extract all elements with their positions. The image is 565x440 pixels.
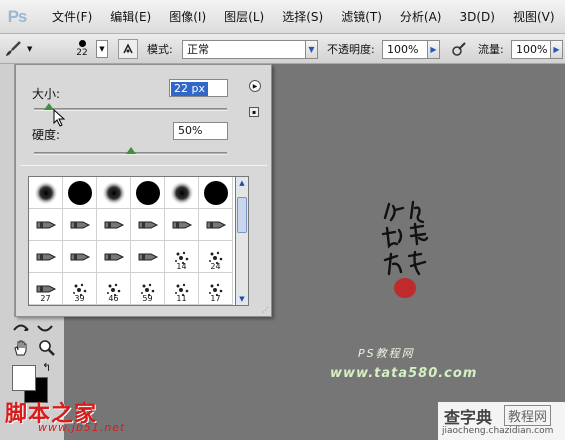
brush-preset-tip[interactable] bbox=[63, 241, 97, 273]
opacity-label: 不透明度: bbox=[327, 43, 375, 56]
brush-preset-hard[interactable] bbox=[199, 177, 233, 209]
flow-input[interactable]: 100% bbox=[511, 39, 551, 59]
brush-panel-toggle-icon[interactable] bbox=[118, 39, 138, 59]
airbrush-icon[interactable] bbox=[449, 39, 469, 59]
watermark-right-url: jiaocheng.chazidian.com bbox=[442, 426, 554, 436]
calligraphy-signature-icon bbox=[381, 200, 429, 298]
menu-bar: Ps 文件(F) 编辑(E) 图像(I) 图层(L) 选择(S) 滤镜(T) 分… bbox=[0, 0, 565, 34]
brush-preset-size: 14 bbox=[176, 262, 187, 271]
options-bar: ▼ 22 ▼ 模式: 正常 ▼ 不透明度: 100% ▶ 流量: 100% ▶ bbox=[0, 34, 565, 64]
opacity-input[interactable]: 100% bbox=[382, 39, 428, 59]
brush-preset-soft[interactable] bbox=[29, 177, 63, 209]
size-value: 22 px bbox=[171, 82, 208, 96]
brush-preset-tip[interactable] bbox=[97, 241, 131, 273]
brush-size-small: 22 bbox=[76, 48, 88, 58]
brush-tool-icon[interactable] bbox=[3, 39, 23, 59]
opacity-value: 100% bbox=[387, 42, 419, 56]
brush-preset-hard[interactable] bbox=[131, 177, 165, 209]
panel-separator bbox=[20, 165, 267, 166]
mouse-cursor-icon bbox=[53, 109, 66, 127]
brush-preset-size: 11 bbox=[176, 294, 187, 303]
mode-select[interactable]: 正常 bbox=[182, 39, 306, 59]
menu-edit[interactable]: 编辑(E) bbox=[110, 8, 151, 25]
flow-value: 100% bbox=[516, 42, 548, 56]
brush-preset-tip[interactable]: 27 bbox=[29, 273, 63, 305]
hand-tool-icon[interactable] bbox=[10, 337, 32, 359]
brush-preset-splat[interactable]: 46 bbox=[97, 273, 131, 305]
resize-grip-icon[interactable]: ⋰ bbox=[262, 306, 269, 314]
foreground-color-swatch[interactable] bbox=[12, 365, 36, 391]
hardness-value: 50% bbox=[178, 124, 203, 137]
app-logo: Ps bbox=[7, 6, 28, 26]
menu-layer[interactable]: 图层(L) bbox=[224, 8, 264, 25]
size-label: 大小: bbox=[32, 87, 61, 101]
scroll-up-icon[interactable]: ▲ bbox=[236, 177, 248, 189]
hardness-slider-thumb[interactable] bbox=[125, 147, 136, 154]
brush-preset-tip[interactable] bbox=[199, 209, 233, 241]
brush-preset-tip[interactable] bbox=[131, 241, 165, 273]
brush-picker-dropdown-icon[interactable]: ▼ bbox=[96, 40, 108, 58]
swap-colors-icon[interactable]: ↰ bbox=[42, 361, 51, 374]
brush-preset-splat[interactable]: 14 bbox=[165, 241, 199, 273]
menu-file[interactable]: 文件(F) bbox=[52, 8, 92, 25]
brush-preset-splat[interactable]: 39 bbox=[63, 273, 97, 305]
ps-tutorial-caption: PS教程网 bbox=[358, 347, 415, 360]
menu-analysis[interactable]: 分析(A) bbox=[400, 8, 442, 25]
tool-preset-dropdown-icon[interactable]: ▼ bbox=[27, 45, 32, 53]
brush-preset-size: 24 bbox=[210, 262, 221, 271]
preset-scrollbar[interactable]: ▲ ▼ bbox=[236, 176, 249, 306]
scroll-down-icon[interactable]: ▼ bbox=[236, 293, 248, 305]
new-preset-icon[interactable]: ▪ bbox=[249, 107, 259, 117]
rotate-view-alt-icon[interactable] bbox=[34, 317, 56, 339]
panel-menu-icon[interactable]: ▶ bbox=[249, 80, 261, 92]
brush-preset-splat[interactable]: 59 bbox=[131, 273, 165, 305]
brush-preset-tip[interactable] bbox=[165, 209, 199, 241]
opacity-arrow-icon[interactable]: ▶ bbox=[428, 39, 440, 59]
brush-preset-tip[interactable] bbox=[63, 209, 97, 241]
brush-preset-size: 39 bbox=[74, 294, 85, 303]
mode-value: 正常 bbox=[187, 43, 209, 56]
hardness-input[interactable]: 50% bbox=[173, 122, 228, 140]
watermark-right-title: 查字典 bbox=[444, 408, 493, 427]
watermark-right-box: 教程网 bbox=[504, 405, 552, 426]
menu-view[interactable]: 视图(V) bbox=[513, 8, 555, 25]
brush-preset-hard[interactable] bbox=[63, 177, 97, 209]
brush-preset-splat[interactable]: 24 bbox=[199, 241, 233, 273]
brush-dot-icon bbox=[78, 40, 86, 47]
scroll-thumb[interactable] bbox=[237, 197, 247, 233]
brush-preset-tip[interactable] bbox=[97, 209, 131, 241]
ps-tutorial-url: www.tata580.com bbox=[330, 366, 478, 381]
zoom-tool-icon[interactable] bbox=[36, 337, 58, 359]
hardness-label: 硬度: bbox=[32, 128, 61, 142]
brush-preset-splat[interactable]: 17 bbox=[199, 273, 233, 305]
size-input[interactable]: 22 px bbox=[169, 79, 228, 97]
rotate-view-icon[interactable] bbox=[10, 317, 32, 339]
mode-label: 模式: bbox=[147, 43, 173, 56]
brush-preset-tip[interactable] bbox=[29, 209, 63, 241]
watermark-left-url: www.jb51.net bbox=[38, 421, 126, 434]
brush-preset-size: 27 bbox=[40, 294, 51, 303]
brush-preset-tip[interactable] bbox=[29, 241, 63, 273]
brush-preset-soft[interactable] bbox=[97, 177, 131, 209]
flow-arrow-icon[interactable]: ▶ bbox=[551, 39, 563, 59]
brush-preset-tip[interactable] bbox=[131, 209, 165, 241]
menu-image[interactable]: 图像(I) bbox=[169, 8, 206, 25]
brush-preset-splat[interactable]: 11 bbox=[165, 273, 199, 305]
brush-preset-picker[interactable]: 22 bbox=[66, 34, 98, 64]
mode-dropdown-icon[interactable]: ▼ bbox=[306, 39, 318, 59]
brush-preset-size: 46 bbox=[108, 294, 119, 303]
brush-preset-size: 17 bbox=[210, 294, 221, 303]
menu-select[interactable]: 选择(S) bbox=[282, 8, 323, 25]
menu-filter[interactable]: 滤镜(T) bbox=[341, 8, 382, 25]
brush-preset-panel: 大小: 22 px ▶ ▪ 硬度: 50% 14 24 27 39 46 59 11 17 ▲… bbox=[15, 64, 272, 317]
brush-preset-size: 59 bbox=[142, 294, 153, 303]
brush-preset-soft[interactable] bbox=[165, 177, 199, 209]
brush-preset-grid: 14 24 27 39 46 59 11 17 bbox=[28, 176, 236, 306]
watermark-right: 查字典 教程网 jiaocheng.chazidian.com bbox=[438, 402, 565, 440]
menu-3d[interactable]: 3D(D) bbox=[459, 10, 494, 24]
flow-label: 流量: bbox=[478, 43, 504, 56]
